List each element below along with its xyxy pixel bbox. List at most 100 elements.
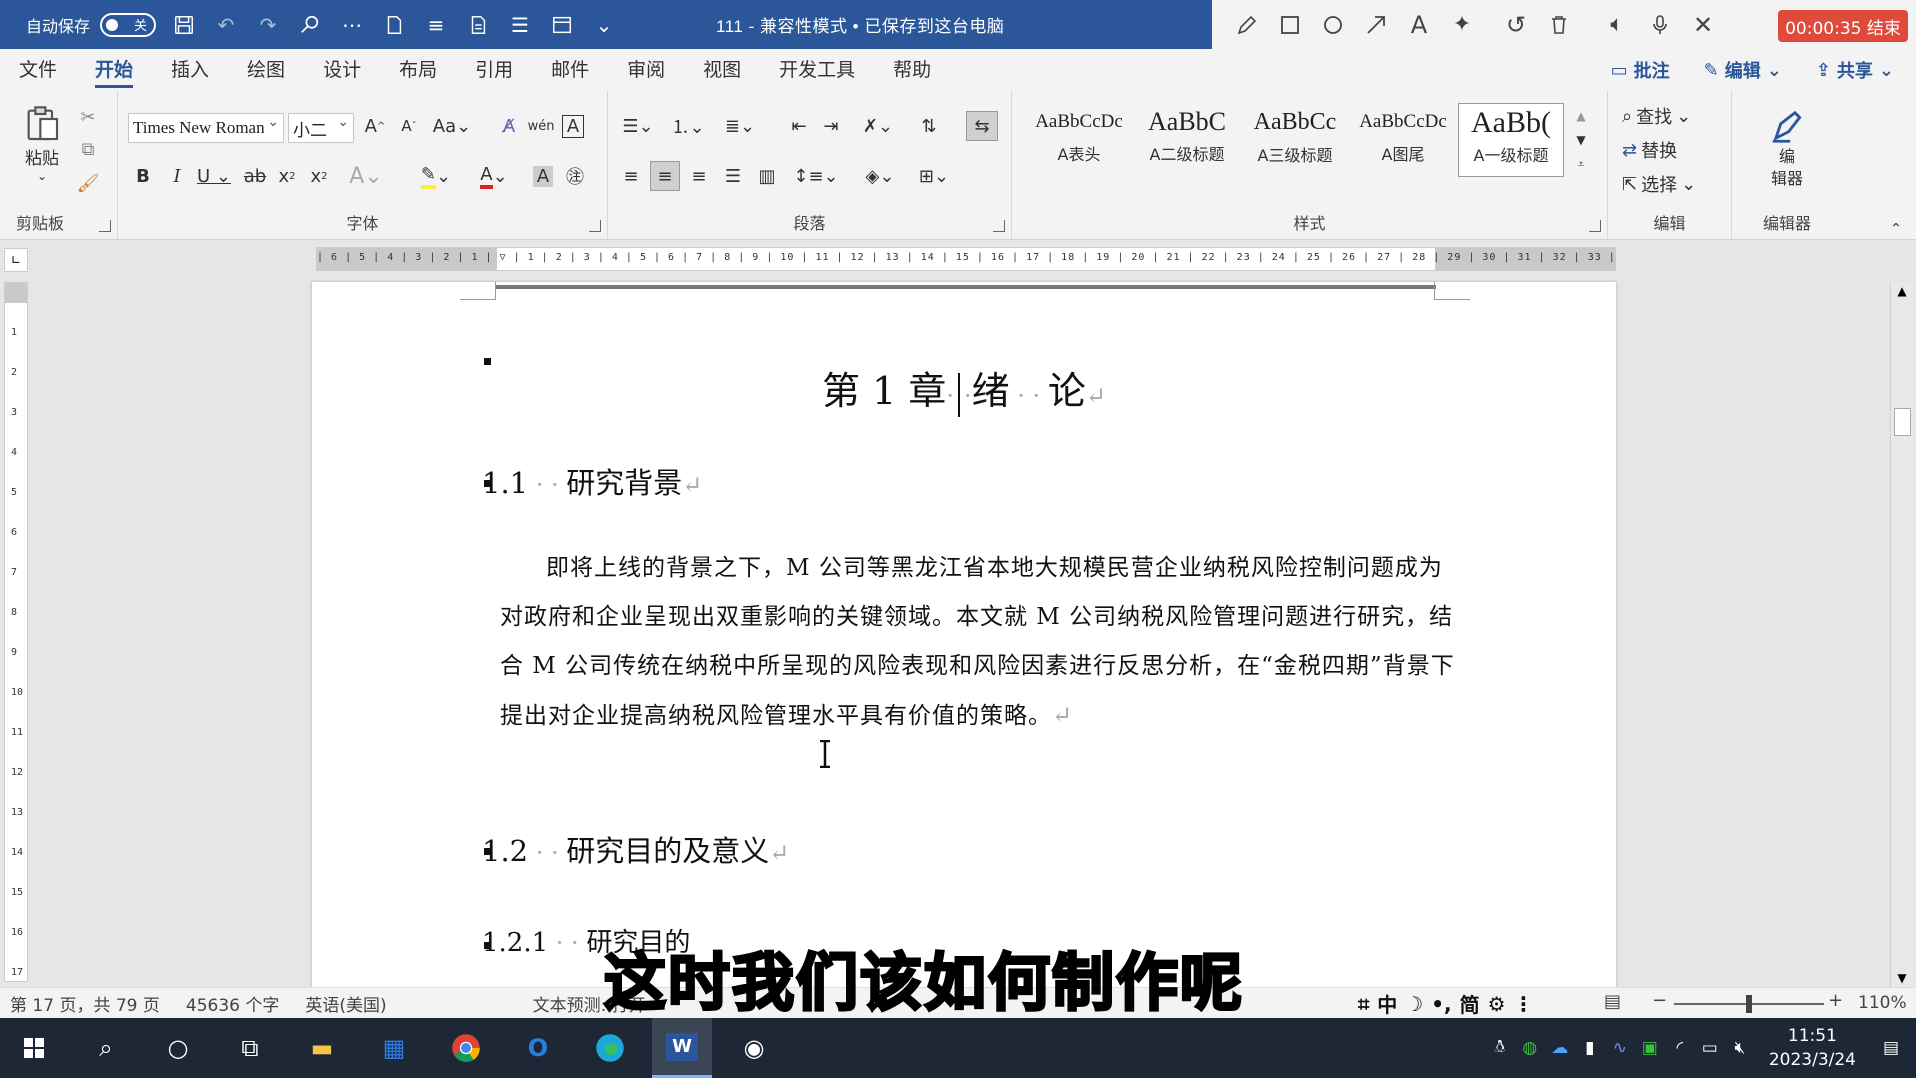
text-effects-icon[interactable]: A⌄	[346, 161, 386, 191]
increase-indent-icon[interactable]: ⇥	[816, 111, 846, 141]
cut-icon[interactable]: ✂	[76, 105, 100, 129]
tab-mailings[interactable]: 邮件	[551, 49, 589, 91]
undo-icon[interactable]: ↶	[212, 11, 240, 39]
qq-icon[interactable]: 🐧︎	[1485, 1033, 1515, 1063]
highlight-color-icon[interactable]: ✎ ⌄	[414, 161, 458, 191]
style-figure-caption[interactable]: AaBbCcDc A图尾	[1350, 103, 1456, 177]
italic-icon[interactable]: I	[162, 161, 192, 191]
collapse-ribbon-icon[interactable]: ⌃	[1886, 219, 1906, 239]
app-globe-icon[interactable]: ◉	[724, 1018, 784, 1078]
onedrive-icon[interactable]: ☁	[1545, 1033, 1575, 1063]
zoom-level[interactable]: 110%	[1858, 993, 1907, 1013]
align-left-icon[interactable]: ≡	[616, 161, 646, 191]
font-name-select[interactable]: Times New Roman	[128, 113, 284, 143]
tab-help[interactable]: 帮助	[893, 49, 931, 91]
style-level1-heading[interactable]: AaBb(A一级标题	[1458, 103, 1564, 177]
styles-scroll-down-icon[interactable]: ▼	[1570, 129, 1592, 151]
wechat-icon[interactable]: ◍	[1515, 1033, 1545, 1063]
tab-review[interactable]: 审阅	[627, 49, 665, 91]
char-border-icon[interactable]: A	[558, 111, 588, 141]
justify-icon[interactable]: ☰	[718, 161, 748, 191]
word-count[interactable]: 45636 个字	[186, 991, 279, 1016]
save-icon[interactable]	[170, 11, 198, 39]
zoom-out-icon[interactable]: −	[1652, 990, 1667, 1011]
speaker-icon[interactable]: 🔈︎	[1600, 8, 1634, 42]
char-shading-icon[interactable]: A	[528, 161, 558, 191]
sort-icon[interactable]: ⇅	[914, 111, 944, 141]
tab-design[interactable]: 设计	[323, 49, 361, 91]
autosave-switch[interactable]: 关	[100, 12, 157, 37]
subscript-icon[interactable]: x2	[272, 161, 302, 191]
font-launcher[interactable]	[589, 220, 601, 232]
share-button[interactable]: ⇪ 共享 ⌄	[1806, 55, 1904, 85]
customize-qa-icon[interactable]: ⌄	[590, 11, 618, 39]
scroll-thumb[interactable]	[1894, 408, 1911, 436]
shrink-font-icon[interactable]: Aˇ	[394, 111, 424, 141]
vertical-ruler[interactable]: 1 2 3 4 5 6 7 8 9 10 11 12 13 14 15 16 17	[4, 282, 28, 982]
volume-muted-icon[interactable]: 🔇︎	[1725, 1033, 1755, 1063]
paragraph-launcher[interactable]	[993, 220, 1005, 232]
calendar-app-icon[interactable]: ▦	[364, 1018, 424, 1078]
scroll-up-icon[interactable]: ▲	[1891, 284, 1913, 298]
moon-icon[interactable]: ☽	[1405, 992, 1423, 1016]
tab-view[interactable]: 视图	[703, 49, 741, 91]
change-case-icon[interactable]: Aa⌄	[432, 111, 472, 141]
tab-insert[interactable]: 插入	[171, 49, 209, 91]
keyboard-grid-icon[interactable]: ⌗	[1358, 992, 1369, 1016]
outline-icon[interactable]: ☰	[506, 11, 534, 39]
scroll-down-icon[interactable]: ▼	[1891, 971, 1913, 985]
arrow-icon[interactable]	[1359, 8, 1393, 42]
close-recording-icon[interactable]: ✕	[1686, 8, 1720, 42]
document-title[interactable]: 111 - 兼容性模式 • 已保存到这台电脑	[716, 12, 1004, 37]
microphone-icon[interactable]	[1643, 8, 1677, 42]
styles-more-icon[interactable]: ⩡	[1570, 153, 1592, 175]
tab-selector[interactable]: ∟	[4, 248, 28, 272]
distributed-icon[interactable]: ▥	[752, 161, 782, 191]
body-paragraph[interactable]: 即将上线的背景之下，M 公司等黑龙江省本地大规模民营企业纳税风险控制问题成为对政…	[500, 544, 1458, 741]
layout-icon[interactable]: ≡	[422, 11, 450, 39]
system-clock[interactable]: 11:51 2023/3/24	[1769, 1024, 1856, 1072]
editor-button[interactable]: 编 辑器	[1752, 101, 1822, 197]
chinese-layout-icon[interactable]: ✗⌄	[856, 111, 900, 141]
comments-button[interactable]: ▭ 批注	[1601, 55, 1680, 85]
align-center-icon[interactable]: ≡	[650, 161, 680, 191]
tab-layout[interactable]: 布局	[399, 49, 437, 91]
show-marks-icon[interactable]: ⇆	[966, 111, 998, 141]
battery-icon[interactable]: ▭	[1695, 1033, 1725, 1063]
copy-icon[interactable]: ⧉	[76, 137, 100, 161]
text-tool-icon[interactable]: A	[1402, 8, 1436, 42]
stop-recording-button[interactable]: 00:00:35 结束	[1778, 10, 1908, 42]
phonetic-guide-icon[interactable]: wén	[526, 111, 556, 141]
tray-app-icon[interactable]: ▣	[1635, 1033, 1665, 1063]
shading-icon[interactable]: ◈⌄	[858, 161, 902, 191]
magic-wand-icon[interactable]: ✦	[1445, 8, 1479, 42]
replace-button[interactable]: ⇄ 替换	[1622, 135, 1722, 165]
grow-font-icon[interactable]: A ^	[360, 111, 390, 141]
punctuation-icon[interactable]: •,	[1431, 992, 1451, 1016]
bold-icon[interactable]: B	[128, 161, 158, 191]
word-app-icon[interactable]: W	[652, 1018, 712, 1078]
font-color-icon[interactable]: A ⌄	[472, 161, 516, 191]
chapter-title[interactable]: 第 1 章· ·绪 · · 论↵	[312, 360, 1616, 417]
styles-launcher[interactable]	[1589, 220, 1601, 232]
language-indicator[interactable]: 英语(美国)	[305, 991, 386, 1016]
select-button[interactable]: ⇱ 选择 ⌄	[1622, 169, 1722, 199]
paste-button[interactable]: 粘贴 ⌄	[18, 103, 66, 183]
settings-gear-icon[interactable]: ⚙	[1488, 992, 1506, 1016]
clear-format-icon[interactable]: A̸	[494, 111, 524, 141]
trash-icon[interactable]	[1542, 8, 1576, 42]
multilevel-list-icon[interactable]: ≣⌄	[718, 111, 762, 141]
tray-mic-icon[interactable]: ▮	[1575, 1033, 1605, 1063]
superscript-icon[interactable]: x2	[304, 161, 334, 191]
page-count[interactable]: 第 17 页，共 79 页	[10, 991, 160, 1016]
editing-mode-button[interactable]: ✎ 编辑 ⌄	[1694, 55, 1792, 85]
vertical-scrollbar[interactable]: ▲ ▼	[1890, 282, 1914, 987]
chrome-icon[interactable]	[436, 1018, 496, 1078]
outlook-icon[interactable]: O	[508, 1018, 568, 1078]
ime-lang[interactable]: 中	[1377, 989, 1397, 1018]
search-icon[interactable]	[296, 11, 324, 39]
heading-1-1[interactable]: 1.1 · · 研究背景↵	[482, 460, 702, 502]
tab-references[interactable]: 引用	[475, 49, 513, 91]
read-mode-icon[interactable]: ▤	[1604, 991, 1621, 1012]
ime-more-icon[interactable]: ⋮	[1514, 992, 1534, 1016]
